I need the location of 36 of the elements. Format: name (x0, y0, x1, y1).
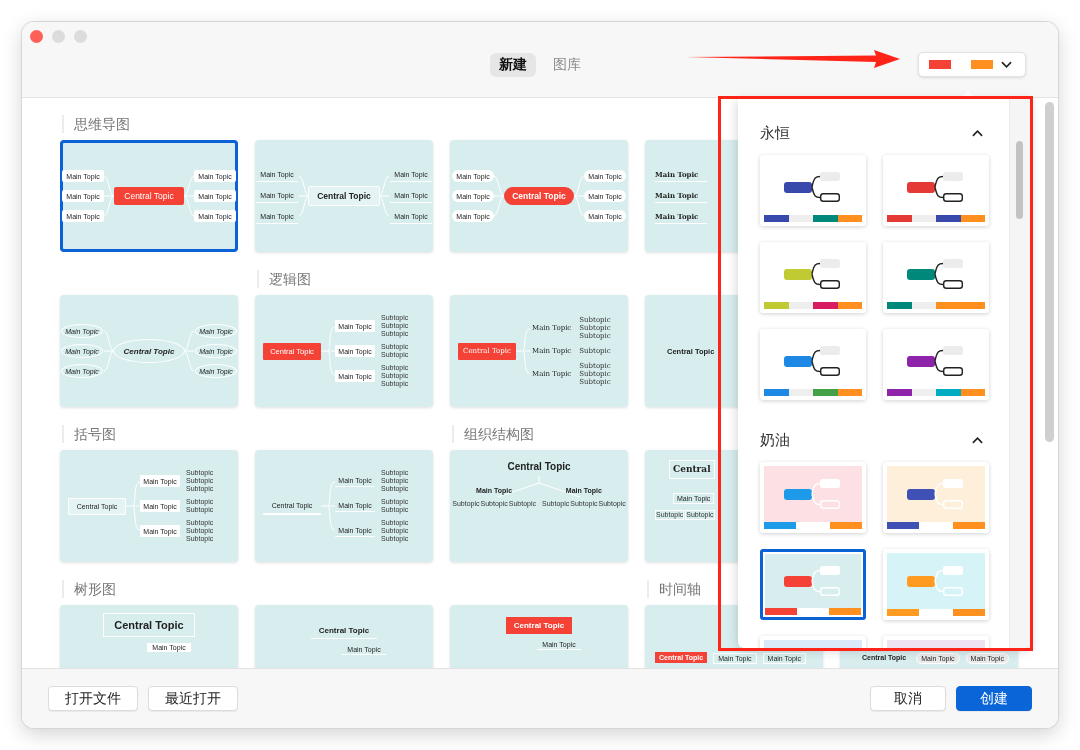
scrollbar[interactable] (1016, 141, 1023, 219)
theme-group-title: 奶油 (760, 430, 790, 450)
close-button[interactable] (30, 30, 43, 43)
central-topic-label: Central (669, 460, 715, 479)
theme-card[interactable] (760, 242, 866, 313)
theme-card[interactable] (883, 155, 989, 226)
section-heading: 时间轴 (647, 580, 701, 598)
theme-picker[interactable] (918, 52, 1026, 77)
theme-card[interactable] (883, 329, 989, 400)
theme-group-title: 永恒 (760, 123, 790, 143)
theme-card[interactable] (883, 242, 989, 313)
central-topic-label: Central Topic (310, 623, 378, 639)
central-topic-label: Central Topic (308, 186, 380, 206)
footer-button[interactable]: 最近打开 (148, 686, 238, 711)
cancel-button[interactable]: 取消 (870, 686, 946, 711)
footer-button[interactable]: 打开文件 (48, 686, 138, 711)
section-heading: 思维导图 (62, 115, 130, 133)
theme-card[interactable] (760, 155, 866, 226)
chevron-up-icon[interactable] (972, 129, 983, 137)
central-topic-label: Central Topic (114, 187, 184, 205)
central-topic-label: Central Topic (505, 617, 573, 634)
create-button[interactable]: 创建 (956, 686, 1032, 711)
central-topic-label: Central Topic (504, 187, 574, 205)
theme-card[interactable] (883, 462, 989, 533)
tab[interactable]: 新建 (490, 52, 536, 77)
theme-card[interactable] (760, 329, 866, 400)
central-topic-label: Central Topic (103, 613, 195, 637)
section-heading: 括号图 (62, 425, 116, 443)
section-heading: 树形图 (62, 580, 116, 598)
chevron-up-icon[interactable] (972, 436, 983, 444)
section-heading: 逻辑图 (257, 270, 311, 288)
scrollbar[interactable] (1045, 102, 1054, 442)
theme-card[interactable] (760, 549, 866, 620)
chevron-down-icon (1001, 60, 1012, 69)
section-heading: 组织结构图 (452, 425, 534, 443)
central-topic-label: Central Topic (507, 460, 571, 473)
